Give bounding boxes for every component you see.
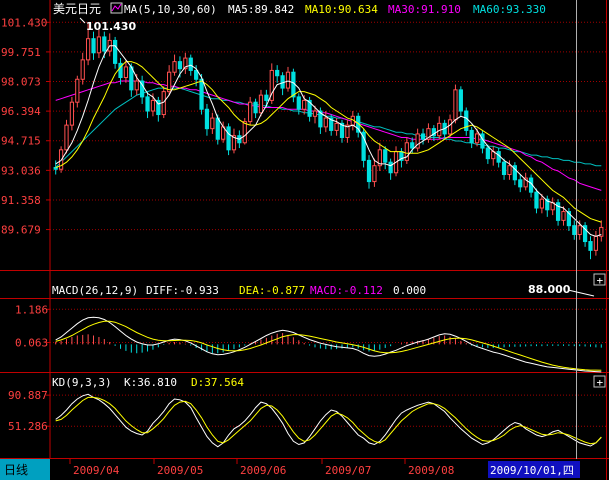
candle bbox=[453, 84, 458, 124]
svg-text:+: + bbox=[597, 274, 604, 287]
ma30-value: MA30:91.910 bbox=[388, 3, 461, 16]
ma60-value: MA60:93.330 bbox=[473, 3, 546, 16]
kd-label: KD(9,3,3) bbox=[52, 376, 112, 389]
chart-background bbox=[0, 0, 609, 480]
ma-label: MA(5,10,30,60) bbox=[124, 3, 217, 16]
date-tick-label: 2009/06 bbox=[240, 464, 286, 477]
macd-tick-label: 0.063 bbox=[15, 337, 48, 350]
ma10-value: MA10:90.634 bbox=[305, 3, 378, 16]
price-tick-label: 91.358 bbox=[1, 194, 41, 207]
macd-macd-value: MACD:-0.112 bbox=[310, 284, 383, 297]
price-tick-label: 94.715 bbox=[1, 135, 41, 148]
candle bbox=[69, 96, 75, 131]
macd-diff-value: DIFF:-0.933 bbox=[146, 284, 219, 297]
macd-dea-value: DEA:-0.877 bbox=[239, 284, 305, 297]
macd-tick-label: 1.186 bbox=[15, 303, 48, 316]
date-tick-label: 2009/04 bbox=[73, 464, 120, 477]
kd-d-value: D:37.564 bbox=[191, 376, 244, 389]
kd-tick-label: 51.286 bbox=[8, 420, 48, 433]
price-tick-label: 101.430 bbox=[1, 16, 47, 29]
period-tab[interactable]: 日线 bbox=[4, 463, 28, 477]
cursor-date: 2009/10/01,四 bbox=[490, 464, 574, 477]
macd-extra-value: 0.000 bbox=[393, 284, 426, 297]
date-tick-label: 2009/07 bbox=[325, 464, 371, 477]
price-tick-label: 98.073 bbox=[1, 76, 41, 89]
date-tick-label: 2009/05 bbox=[157, 464, 203, 477]
ma5-value: MA5:89.842 bbox=[228, 3, 294, 16]
candle bbox=[64, 119, 69, 154]
kd-tick-label: 90.887 bbox=[8, 389, 48, 402]
candle bbox=[291, 68, 296, 103]
low-marker: 88.000 bbox=[528, 283, 571, 296]
high-marker: 101.430 bbox=[86, 20, 136, 33]
macd-panel-expand-button[interactable]: + bbox=[593, 375, 606, 389]
instrument-title: 美元日元 bbox=[53, 2, 101, 16]
price-panel-expand-button[interactable]: + bbox=[593, 273, 606, 287]
price-tick-label: 89.679 bbox=[1, 224, 41, 237]
price-tick-label: 96.394 bbox=[1, 105, 41, 118]
price-tick-label: 99.751 bbox=[1, 46, 41, 59]
macd-label: MACD(26,12,9) bbox=[52, 284, 138, 297]
stock-chart[interactable]: 101.430 99.751 98.073 96.394 94.715 93.036 91.… bbox=[0, 0, 609, 480]
price-tick-label: 93.036 bbox=[1, 164, 41, 177]
svg-text:+: + bbox=[597, 376, 604, 389]
kd-k-value: K:36.810 bbox=[124, 376, 177, 389]
date-tick-label: 2009/08 bbox=[408, 464, 454, 477]
